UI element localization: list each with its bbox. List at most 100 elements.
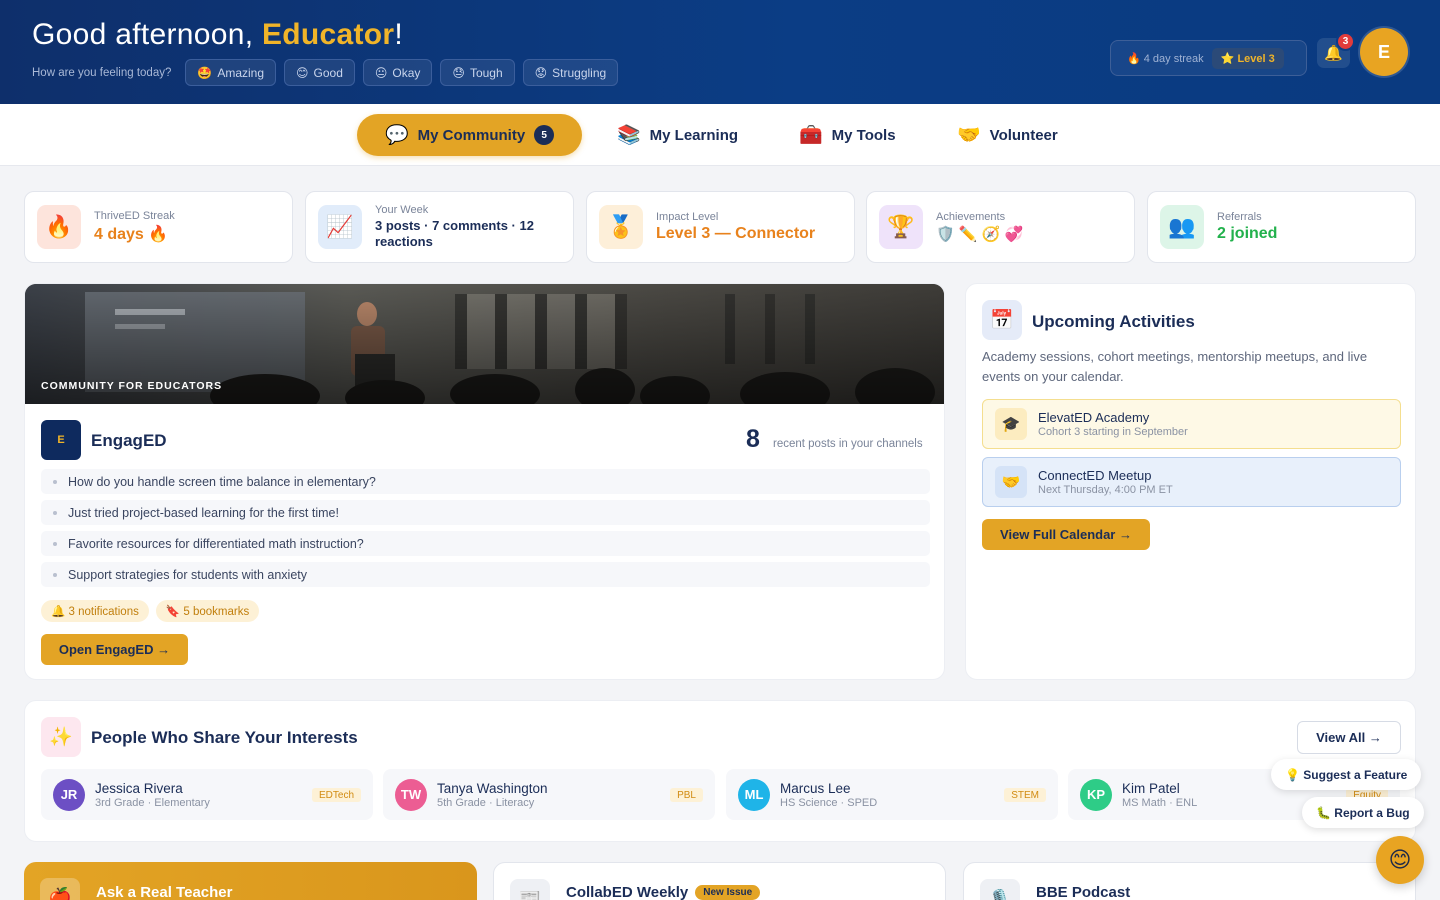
bullet-icon: [53, 479, 57, 484]
graduation-cap-icon: 🎓: [995, 408, 1027, 440]
greeting-suffix: !: [394, 18, 404, 51]
post-title: Favorite resources for differentiated ma…: [68, 536, 364, 551]
streak-text: 🔥 4 day streak: [1127, 52, 1204, 65]
tab-volunteer[interactable]: 🤝 Volunteer: [929, 114, 1086, 156]
notifications-chip[interactable]: 🔔 3 notifications: [41, 600, 149, 622]
mood-label: Tough: [469, 65, 503, 80]
interest-tag: EDTech: [311, 788, 361, 802]
list-item[interactable]: Just tried project-based learning for th…: [41, 500, 930, 525]
list-item[interactable]: How do you handle screen time balance in…: [41, 469, 930, 494]
level-pill: ⭐ Level 3: [1211, 47, 1284, 69]
handshake-icon: 🤝: [957, 125, 981, 146]
recent-post-count-label: recent posts in your channels: [773, 438, 923, 450]
tab-label: Volunteer: [989, 126, 1058, 144]
bullet-icon: [53, 541, 57, 546]
books-icon: 📚: [617, 125, 641, 146]
person-role: 5th Grade · Literacy: [437, 796, 535, 809]
bookmarks-chip[interactable]: 🔖 5 bookmarks: [155, 600, 260, 622]
mood-good-button[interactable]: 😊 Good: [284, 59, 355, 86]
people-icon: 👥: [1160, 205, 1204, 249]
upcoming-title: Upcoming Activities: [1032, 312, 1195, 331]
ask-a-real-teacher-card[interactable]: 🍎 Ask a Real Teacher: [24, 862, 477, 900]
sweat-emoji-icon: 😓: [452, 65, 465, 80]
stat-card-week[interactable]: 📈 Your Week 3 posts · 7 comments · 12 rea…: [305, 191, 574, 263]
star-eyes-emoji-icon: 🤩: [197, 65, 213, 80]
feedback-smiley-button[interactable]: 😊: [1376, 836, 1424, 884]
list-item[interactable]: Favorite resources for differentiated ma…: [41, 531, 930, 556]
engaged-community-card: COMMUNITY FOR EDUCATORS E EngagED 8 rece…: [24, 283, 945, 680]
stat-value: Level 3 — Connector: [656, 225, 816, 242]
interest-tag: PBL: [670, 788, 703, 802]
calendar-icon: 📅: [982, 300, 1022, 340]
person-role: MS Math · ENL: [1122, 796, 1198, 809]
upcoming-description: Academy sessions, cohort meetings, mento…: [982, 349, 1368, 384]
podcast-title: BBE Podcast: [1036, 884, 1131, 900]
person-card[interactable]: TW Tanya Washington 5th Grade · Literacy …: [383, 769, 715, 820]
neutral-emoji-icon: 😐: [374, 65, 388, 80]
avatar: ML: [738, 778, 770, 811]
ask-title: Ask a Real Teacher: [96, 884, 233, 900]
post-title: Support strategies for students with anx…: [68, 567, 308, 582]
people-interests-card: ✨ People Who Share Your Interests View A…: [24, 700, 1416, 842]
person-name: Marcus Lee: [780, 780, 851, 796]
suggest-feature-button[interactable]: 💡 Suggest a Feature: [1271, 759, 1422, 790]
people-title: People Who Share Your Interests: [91, 728, 358, 747]
stat-label: ThriveED Streak: [94, 210, 175, 222]
list-item[interactable]: Support strategies for students with anx…: [41, 562, 930, 587]
worried-emoji-icon: 😟: [534, 65, 548, 80]
tab-my-community[interactable]: 💬 My Community 5: [357, 114, 583, 156]
user-avatar[interactable]: E: [1360, 28, 1408, 76]
event-title: ConnectED Meetup: [1038, 468, 1152, 483]
mood-label: Amazing: [217, 65, 265, 80]
greeting-prefix: Good afternoon,: [32, 18, 262, 51]
stat-label: Achievements: [936, 211, 1006, 223]
notification-count-badge: 3: [1336, 32, 1355, 51]
community-chips: 🔔 3 notifications 🔖 5 bookmarks: [41, 600, 260, 622]
bbe-podcast-card[interactable]: 🎙️ BBE Podcast: [963, 862, 1416, 900]
mood-amazing-button[interactable]: 🤩 Amazing: [185, 59, 277, 86]
speech-bubble-icon: 💬: [385, 125, 409, 146]
event-elevated-academy[interactable]: 🎓 ElevatED Academy Cohort 3 starting in S…: [982, 399, 1401, 449]
tab-my-tools[interactable]: 🧰 My Tools: [771, 114, 924, 156]
view-all-button[interactable]: View All →: [1297, 721, 1401, 754]
event-subtitle: Cohort 3 starting in September: [1038, 426, 1188, 438]
greeting-heading: Good afternoon, Educator!: [32, 18, 403, 52]
view-full-calendar-button[interactable]: View Full Calendar →: [982, 519, 1150, 550]
person-card[interactable]: JR Jessica Rivera 3rd Grade · Elementary …: [41, 769, 373, 820]
stat-card-achievements[interactable]: 🏆 Achievements 🛡️ ✏️ 🧭 💞: [866, 191, 1135, 263]
apple-icon: 🍎: [40, 878, 80, 900]
stat-value: 4 days 🔥: [94, 226, 169, 243]
person-card[interactable]: ML Marcus Lee HS Science · SPED STEM: [726, 769, 1058, 820]
microphone-icon: 🎙️: [980, 879, 1020, 900]
trophy-icon: 🏆: [879, 205, 923, 249]
feeling-prompt: How are you feeling today?: [32, 66, 172, 79]
bullet-icon: [53, 510, 57, 515]
report-bug-button[interactable]: 🐛 Report a Bug: [1302, 797, 1424, 828]
collabed-weekly-card[interactable]: 📰 CollabED Weekly New Issue: [493, 862, 946, 900]
mood-struggling-button[interactable]: 😟 Struggling: [522, 59, 619, 86]
mood-okay-button[interactable]: 😐 Okay: [362, 59, 433, 86]
mood-label: Good: [313, 65, 343, 80]
stat-label: Impact Level: [656, 211, 719, 223]
mood-tough-button[interactable]: 😓 Tough: [440, 59, 515, 86]
person-name: Jessica Rivera: [95, 780, 183, 796]
event-connected-meetup[interactable]: 🤝 ConnectED Meetup Next Thursday, 4:00 PM…: [982, 457, 1401, 507]
tab-my-learning[interactable]: 📚 My Learning: [589, 114, 766, 156]
person-name: Tanya Washington: [437, 780, 548, 796]
stat-card-impact-level[interactable]: 🏅 Impact Level Level 3 — Connector: [586, 191, 855, 263]
greeting-name: Educator: [261, 18, 395, 51]
mood-label: Okay: [392, 65, 421, 80]
newspaper-icon: 📰: [510, 879, 550, 900]
streak-level-summary: 🔥 4 day streak ⭐ Level 3: [1110, 40, 1307, 76]
hero-header: Good afternoon, Educator! How are you fe…: [0, 0, 1440, 104]
new-issue-badge: New Issue: [695, 885, 761, 900]
stat-card-streak[interactable]: 🔥 ThriveED Streak 4 days 🔥: [24, 191, 293, 263]
photo-caption: COMMUNITY FOR EDUCATORS: [41, 380, 223, 392]
avatar: JR: [53, 778, 85, 811]
mood-selector: How are you feeling today? 🤩 Amazing 😊 Goo…: [32, 59, 619, 86]
open-engaged-button[interactable]: Open EngagED →: [41, 634, 188, 665]
person-role: HS Science · SPED: [780, 796, 878, 809]
fire-icon: 🔥: [37, 205, 81, 249]
stat-card-referrals[interactable]: 👥 Referrals 2 joined: [1147, 191, 1416, 263]
main-nav: 💬 My Community 5 📚 My Learning 🧰 My Tool…: [0, 104, 1440, 166]
